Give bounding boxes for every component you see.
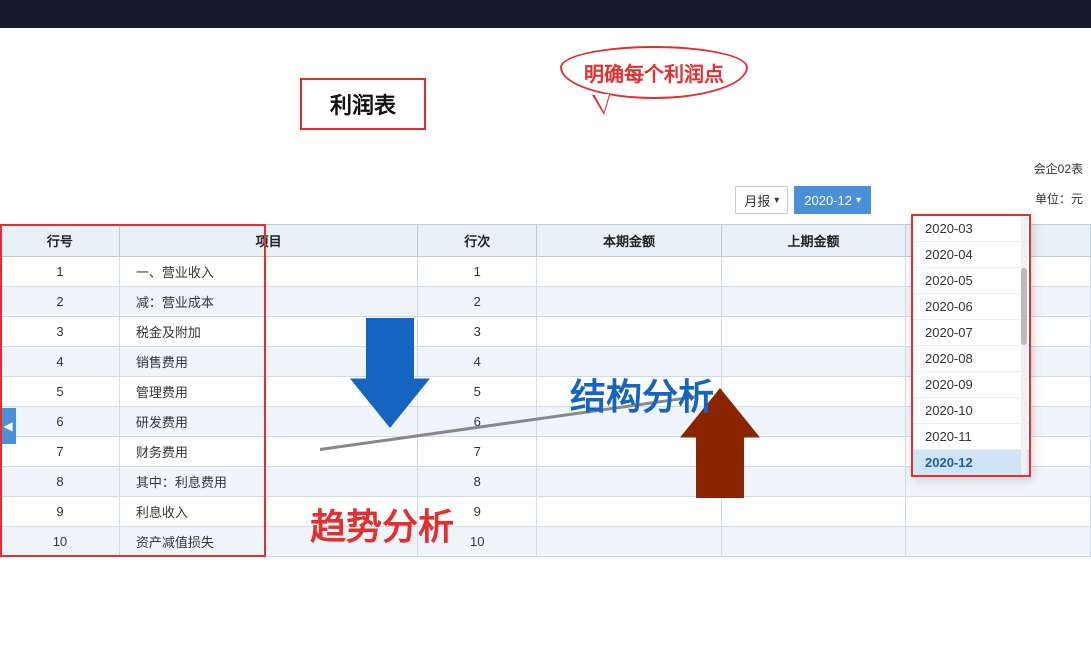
speech-bubble: 明确每个利润点 [560, 46, 748, 99]
period-value: 2020-12 [804, 193, 852, 208]
bubble-tail-inner [594, 94, 609, 112]
cell-current [537, 527, 722, 557]
dropdown-item[interactable]: 2020-05 [913, 268, 1029, 294]
cell-prev [721, 317, 906, 347]
cell-order: 4 [418, 347, 537, 377]
cell-current [537, 287, 722, 317]
dropdown-item[interactable]: 2020-06 [913, 294, 1029, 320]
title-box: 利润表 [300, 78, 426, 130]
cell-item: 减：营业成本 [119, 287, 417, 317]
cell-prev [721, 467, 906, 497]
period-select[interactable]: 2020-12 ▾ [794, 186, 871, 214]
cell-current [537, 437, 722, 467]
cell-order: 7 [418, 437, 537, 467]
cell-lineno: 2 [1, 287, 120, 317]
cell-annual [906, 497, 1091, 527]
col-prev: 上期金额 [721, 225, 906, 257]
top-bar [0, 0, 1091, 28]
cell-current [537, 317, 722, 347]
dropdown-scrollbar[interactable] [1021, 216, 1027, 475]
dropdown-item[interactable]: 2020-11 [913, 424, 1029, 450]
cell-current [537, 257, 722, 287]
bubble-text: 明确每个利润点 [560, 46, 748, 99]
cell-order: 8 [418, 467, 537, 497]
cell-item: 其中：利息费用 [119, 467, 417, 497]
cell-current [537, 467, 722, 497]
cell-prev [721, 437, 906, 467]
cell-prev [721, 287, 906, 317]
col-order: 行次 [418, 225, 537, 257]
dropdown-item[interactable]: 2020-07 [913, 320, 1029, 346]
dropdown-panel: 2020-032020-042020-052020-062020-072020-… [911, 214, 1031, 477]
cell-item: 一、营业收入 [119, 257, 417, 287]
cell-lineno: 8 [1, 467, 120, 497]
cell-item: 研发费用 [119, 407, 417, 437]
bubble-label: 明确每个利润点 [584, 64, 724, 86]
content-area: 明确每个利润点 利润表 会企02表 月报 ▾ 2020-12 ▾ 单位：元 [0, 28, 1091, 654]
cell-lineno: 4 [1, 347, 120, 377]
cell-lineno: 7 [1, 437, 120, 467]
cell-lineno: 9 [1, 497, 120, 527]
cell-prev [721, 497, 906, 527]
col-lineno: 行号 [1, 225, 120, 257]
cell-lineno: 1 [1, 257, 120, 287]
cell-lineno: 6 [1, 407, 120, 437]
cell-prev [721, 257, 906, 287]
dropdown-list: 2020-032020-042020-052020-062020-072020-… [913, 216, 1029, 475]
table-row: 10 资产减值损失 10 [1, 527, 1091, 557]
cell-prev [721, 347, 906, 377]
scrollbar-thumb [1021, 268, 1027, 346]
dropdown-item[interactable]: 2020-08 [913, 346, 1029, 372]
cell-current [537, 497, 722, 527]
dropdown-item[interactable]: 2020-10 [913, 398, 1029, 424]
left-nav-tab[interactable]: ◀ [0, 408, 16, 444]
cell-order: 3 [418, 317, 537, 347]
dropdown-item[interactable]: 2020-09 [913, 372, 1029, 398]
table-row: 9 利息收入 9 [1, 497, 1091, 527]
cell-order: 1 [418, 257, 537, 287]
jiegou-text: 结构分析 [570, 368, 714, 420]
company-code: 会企02表 [1034, 160, 1091, 177]
dropdown-item[interactable]: 2020-03 [913, 216, 1029, 242]
period-type-select[interactable]: 月报 ▾ [735, 186, 788, 214]
title-text: 利润表 [330, 93, 396, 118]
cell-prev [721, 527, 906, 557]
cell-order: 2 [418, 287, 537, 317]
cell-annual [906, 527, 1091, 557]
col-current: 本期金额 [537, 225, 722, 257]
dropdown-item[interactable]: 2020-04 [913, 242, 1029, 268]
cell-lineno: 3 [1, 317, 120, 347]
period-type-label: 月报 [744, 191, 770, 210]
qushi-text: 趋势分析 [310, 498, 454, 550]
dropdown-item[interactable]: 2020-12 [913, 450, 1029, 475]
left-tab-arrow: ◀ [3, 419, 12, 433]
period-chevron: ▾ [856, 195, 861, 206]
cell-lineno: 10 [1, 527, 120, 557]
cell-lineno: 5 [1, 377, 120, 407]
col-item: 项目 [119, 225, 417, 257]
cell-order: 5 [418, 377, 537, 407]
controls-row: 月报 ▾ 2020-12 ▾ [735, 186, 871, 214]
period-type-chevron: ▾ [774, 195, 779, 206]
cell-prev [721, 377, 906, 407]
unit-label: 单位：元 [1035, 190, 1083, 207]
